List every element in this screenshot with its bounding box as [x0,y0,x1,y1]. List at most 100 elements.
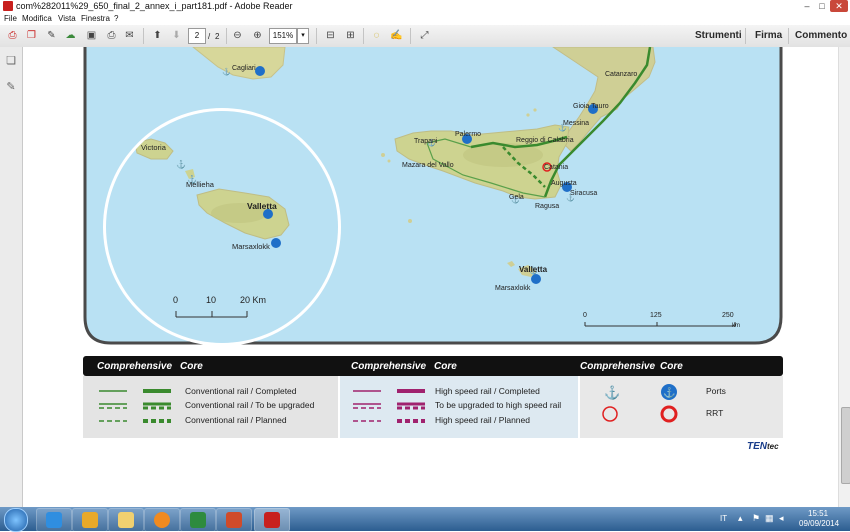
place-label: Ragusa [535,203,559,210]
clock-time[interactable]: 15:51 [808,509,828,518]
tray-network-icon[interactable]: ▦ [765,513,774,524]
maximize-button[interactable]: □ [815,0,829,12]
inset-scale-label: 10 [206,295,216,305]
inset-place-label: Valletta [247,201,277,211]
scale-label: 125 [650,312,662,319]
legend-label: Ports [706,386,726,396]
taskbar-powerpoint[interactable] [216,508,252,532]
comment-icon[interactable]: ◌ [369,28,384,43]
port-core-icon [271,238,281,248]
next-page-icon[interactable]: ⬇ [169,28,184,43]
menu-modifica[interactable]: Modifica [22,13,52,25]
excel-icon [190,512,206,528]
media-player-icon [154,512,170,528]
legend-header: Comprehensive [580,361,656,372]
toolbar-separator [316,28,317,44]
minimize-button[interactable]: – [800,0,814,12]
place-label: Augusta [551,180,577,187]
taskbar-explorer[interactable] [108,508,144,532]
tray-volume-icon[interactable]: ◂ [779,513,784,524]
tools-button[interactable]: Strumenti [695,25,742,47]
island [387,159,391,163]
place-label: Messina [563,120,589,127]
fit-page-icon[interactable]: ⊟ [323,28,338,43]
tentec-logo: TENtec [747,441,779,452]
island [526,113,530,117]
close-button[interactable]: ✕ [830,0,848,12]
internet-explorer-icon [46,512,62,528]
outlook-icon [82,512,98,528]
legend-label: Conventional rail / To be upgraded [185,400,315,410]
place-label: Catania [544,164,568,171]
toolbar-separator [788,28,789,44]
toolbar: ⎙ ❐ ✎ ☁ ▣ ⎙ ✉ ⬆ ⬇ 2 / 2 ⊖ ⊕ 151% ▾ ⊟ ⊞ ◌… [0,25,850,48]
taskbar-excel[interactable] [180,508,216,532]
legend-label: RRT [706,408,724,418]
place-label: Mazara del Vallo [402,162,454,169]
legend-label: High speed rail / Completed [435,386,540,396]
legend-header: Comprehensive [351,361,427,372]
port-core-icon [531,274,541,284]
zoom-in-icon[interactable]: ⊕ [250,28,265,43]
tray-arrow-icon[interactable]: ▴ [738,513,743,524]
legend-label: Conventional rail / Completed [185,386,297,396]
sign-button[interactable]: Firma [755,25,782,47]
scale-label: 250 [722,312,734,319]
zoom-dropdown-icon[interactable]: ▾ [297,28,309,44]
save-icon[interactable]: ▣ [84,28,99,43]
zoom-out-icon[interactable]: ⊖ [230,28,245,43]
tray-flag-icon[interactable]: ⚑ [752,513,760,524]
clock-date[interactable]: 09/09/2014 [799,519,839,528]
fit-width-icon[interactable]: ⊞ [343,28,358,43]
island [381,153,385,157]
inset-place-label: Marsaxlokk [232,242,270,251]
print-icon[interactable]: ⎙ [104,28,119,43]
windows-taskbar: IT ▴ ⚑ ▦ ◂ 15:51 09/09/2014 [0,507,850,532]
combine-files-icon[interactable]: ❐ [24,28,39,43]
page-number-input[interactable]: 2 [188,28,206,44]
legend-label: High speed rail / Planned [435,415,530,425]
comment-button[interactable]: Commento [795,25,847,47]
powerpoint-icon [226,512,242,528]
email-icon[interactable]: ✉ [122,28,137,43]
pages-icon[interactable]: ❏ [5,55,17,67]
start-button-icon[interactable] [4,508,28,532]
cloud-upload-icon[interactable]: ☁ [63,28,78,43]
window-title: com%282011%29_650_final_2_annex_i_part18… [16,1,293,11]
vertical-scrollbar[interactable] [838,47,850,507]
toolbar-separator [410,28,411,44]
zoom-input[interactable]: 151% [269,28,297,44]
menu-vista[interactable]: Vista [58,13,76,25]
taskbar-outlook[interactable] [72,508,108,532]
previous-page-icon[interactable]: ⬆ [150,28,165,43]
taskbar-ie[interactable] [36,508,72,532]
edit-icon[interactable]: ✎ [44,28,59,43]
legend-label: Conventional rail / Planned [185,415,287,425]
fullscreen-icon[interactable]: ⤢ [417,28,432,43]
taskbar-media[interactable] [144,508,180,532]
scale-unit: km [732,323,740,329]
language-indicator[interactable]: IT [720,514,727,523]
inset-place-label: Victoria [141,143,167,152]
attachments-icon[interactable]: ✎ [5,81,17,93]
document-view: ⚓ ⚓ ⚓ ⚓ ⚓ ⚓ Cagliari Catanzaro Gioia Tau… [23,47,838,507]
anchor-icon: ⚓ [222,67,231,76]
create-pdf-icon[interactable]: ⎙ [5,28,20,43]
inset-place-label: Mellieha [186,180,215,189]
place-label: Palermo [455,131,481,138]
inset-scale-label: 0 [173,295,178,305]
anchor-icon: ⚓ [176,159,186,169]
taskbar-adobe-reader[interactable] [254,508,290,532]
menu-help[interactable]: ? [114,13,118,25]
legend-header: Core [180,361,203,372]
folder-icon [118,512,134,528]
menu-file[interactable]: File [4,13,17,25]
scrollbar-thumb[interactable] [841,407,850,484]
page-total: 2 [215,32,220,41]
highlight-icon[interactable]: ✍ [389,28,404,43]
port-comprehensive-icon: ⚓ [604,385,620,400]
legend-header: Comprehensive [97,361,173,372]
menu-finestra[interactable]: Finestra [81,13,110,25]
place-label: Catanzaro [605,71,637,78]
adobe-reader-icon [3,1,13,11]
